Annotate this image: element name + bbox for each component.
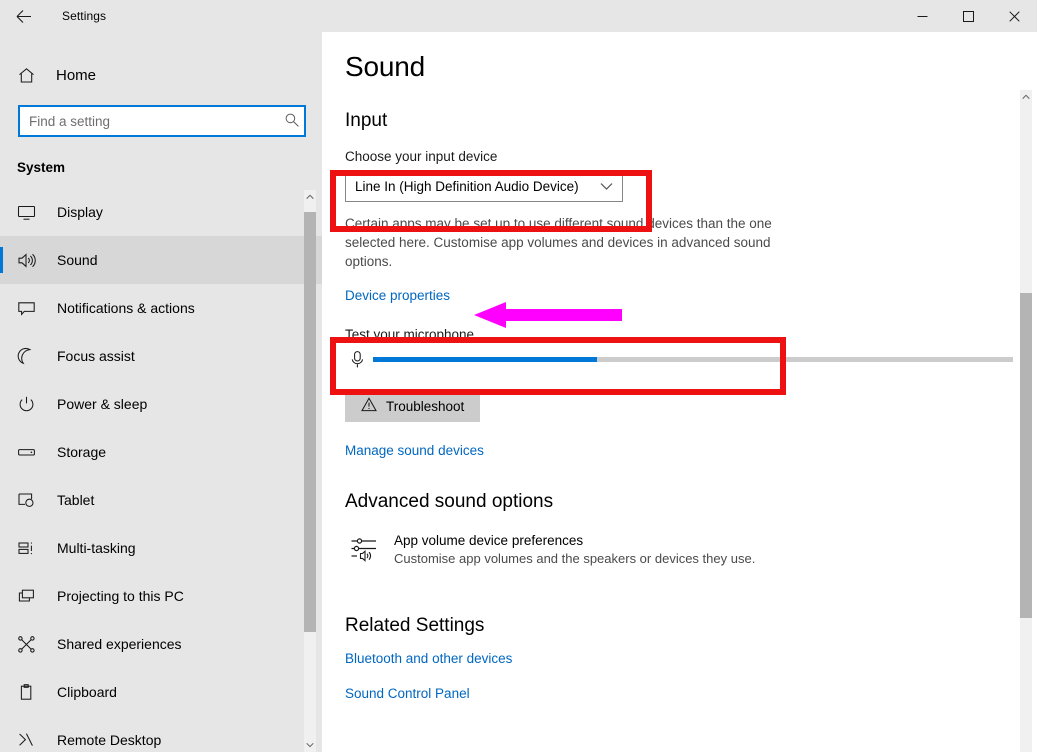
sidebar-item-label-multitasking: Multi-tasking xyxy=(57,540,136,556)
main-scrollbar-thumb[interactable] xyxy=(1020,293,1032,618)
troubleshoot-button[interactable]: Troubleshoot xyxy=(345,390,481,422)
input-section-heading: Input xyxy=(345,110,388,131)
troubleshoot-button-label: Troubleshoot xyxy=(386,398,465,414)
sidebar-item-label-sound: Sound xyxy=(57,252,98,268)
sidebar-item-label-clipboard: Clipboard xyxy=(57,684,117,700)
sidebar-section-title: System xyxy=(17,160,66,175)
microphone-icon xyxy=(345,350,369,369)
bluetooth-and-other-devices-link[interactable]: Bluetooth and other devices xyxy=(345,651,512,666)
sidebar-item-label-shared-experiences: Shared experiences xyxy=(57,636,182,652)
sidebar-item-shared-experiences[interactable]: Shared experiences xyxy=(0,620,322,668)
page-title: Sound xyxy=(345,51,425,82)
clipboard-icon xyxy=(17,683,47,702)
microphone-level-fill xyxy=(373,357,597,362)
app-volume-title: App volume device preferences xyxy=(394,533,584,548)
chevron-up-icon[interactable] xyxy=(1020,90,1032,104)
sidebar-item-label-remote-desktop: Remote Desktop xyxy=(57,732,162,748)
sidebar: Home System Display xyxy=(0,32,322,752)
sidebar-item-label-projecting: Projecting to this PC xyxy=(57,588,184,604)
advanced-sound-options-heading: Advanced sound options xyxy=(345,491,554,512)
title-bar-left: Settings xyxy=(0,0,330,32)
multitask-icon xyxy=(17,539,47,558)
sidebar-item-display[interactable]: Display xyxy=(0,188,322,236)
input-device-selected-value: Line In (High Definition Audio Device) xyxy=(355,178,579,194)
sidebar-item-home[interactable]: Home xyxy=(0,56,322,94)
back-button[interactable] xyxy=(0,0,46,32)
app-volume-texts: App volume device preferences Customise … xyxy=(394,533,755,566)
main-scrollbar[interactable] xyxy=(1020,90,1032,752)
input-device-dropdown[interactable]: Line In (High Definition Audio Device) xyxy=(345,170,623,202)
close-icon xyxy=(1008,10,1020,22)
sidebar-item-clipboard[interactable]: Clipboard xyxy=(0,668,322,716)
share-icon xyxy=(17,635,47,654)
microphone-level-bar xyxy=(373,357,1013,362)
warning-triangle-icon xyxy=(361,397,377,415)
microphone-level-row xyxy=(345,350,1037,369)
power-icon xyxy=(17,395,47,414)
sidebar-item-sound[interactable]: Sound xyxy=(0,236,322,284)
home-icon xyxy=(17,66,47,85)
sidebar-item-remote-desktop[interactable]: Remote Desktop xyxy=(0,716,322,752)
back-arrow-icon xyxy=(16,9,31,23)
sidebar-item-notifications[interactable]: Notifications & actions xyxy=(0,284,322,332)
tablet-icon xyxy=(17,491,47,510)
main-content: Sound Input Choose your input device Lin… xyxy=(322,32,1037,752)
related-settings-heading: Related Settings xyxy=(345,615,485,636)
maximize-icon xyxy=(962,10,974,22)
device-properties-link[interactable]: Device properties xyxy=(345,288,450,303)
sidebar-item-power-sleep[interactable]: Power & sleep xyxy=(0,380,322,428)
remote-desktop-icon xyxy=(17,731,47,750)
sidebar-item-label-notifications: Notifications & actions xyxy=(57,300,195,316)
sidebar-scrollbar-thumb[interactable] xyxy=(304,212,316,632)
sidebar-item-multitasking[interactable]: Multi-tasking xyxy=(0,524,322,572)
maximize-button[interactable] xyxy=(945,0,991,32)
mixer-icon xyxy=(350,533,388,567)
sidebar-item-label-home: Home xyxy=(56,66,97,84)
sidebar-item-projecting[interactable]: Projecting to this PC xyxy=(0,572,322,620)
search-input[interactable] xyxy=(18,105,306,137)
app-volume-device-preferences-row[interactable]: App volume device preferences Customise … xyxy=(350,533,1037,567)
moon-icon xyxy=(17,347,47,366)
sound-control-panel-link[interactable]: Sound Control Panel xyxy=(345,686,470,701)
sidebar-nav-list: Display Sound Notifications & actions Fo… xyxy=(0,188,322,752)
sidebar-item-storage[interactable]: Storage xyxy=(0,428,322,476)
sidebar-item-focus-assist[interactable]: Focus assist xyxy=(0,332,322,380)
drive-icon xyxy=(17,443,47,462)
speaker-icon xyxy=(17,251,47,270)
title-bar: Settings xyxy=(0,0,1037,32)
sidebar-item-tablet[interactable]: Tablet xyxy=(0,476,322,524)
choose-input-device-label: Choose your input device xyxy=(345,149,498,164)
window-controls xyxy=(899,0,1037,32)
sidebar-item-label-tablet: Tablet xyxy=(57,492,95,508)
settings-window: Settings Home Find a setting System Disp… xyxy=(0,0,1037,752)
app-title: Settings xyxy=(62,9,107,23)
sidebar-scrollbar[interactable] xyxy=(304,190,316,752)
sidebar-item-label-storage: Storage xyxy=(57,444,107,460)
manage-sound-devices-link[interactable]: Manage sound devices xyxy=(345,443,484,458)
chevron-down-icon xyxy=(600,182,622,191)
minimize-icon xyxy=(917,15,927,17)
input-description: Certain apps may be set up to use differ… xyxy=(345,216,772,269)
notification-icon xyxy=(17,299,47,318)
sidebar-item-label-focus-assist: Focus assist xyxy=(57,348,135,364)
project-icon xyxy=(17,587,47,606)
minimize-button[interactable] xyxy=(899,0,945,32)
chevron-up-icon[interactable] xyxy=(304,190,316,204)
sidebar-item-label-display: Display xyxy=(57,204,103,220)
app-volume-subtitle: Customise app volumes and the speakers o… xyxy=(394,551,756,566)
search-icon[interactable] xyxy=(284,112,300,133)
close-button[interactable] xyxy=(991,0,1037,32)
test-microphone-label: Test your microphone xyxy=(345,327,475,342)
sidebar-item-label-power-sleep: Power & sleep xyxy=(57,396,148,412)
search-container xyxy=(18,105,306,137)
monitor-icon xyxy=(17,203,47,222)
chevron-down-icon[interactable] xyxy=(304,738,316,752)
